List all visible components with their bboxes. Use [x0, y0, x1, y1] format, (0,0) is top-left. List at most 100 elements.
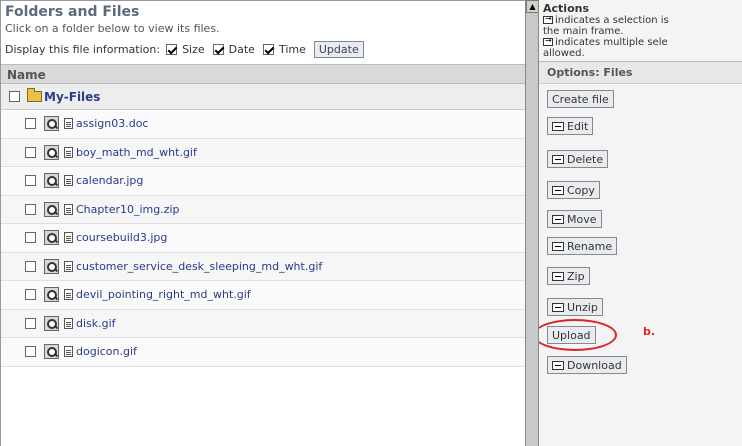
file-checkbox[interactable] — [25, 317, 36, 329]
preview-icon[interactable] — [44, 173, 59, 189]
annotation-label: b. — [643, 325, 656, 338]
document-icon — [64, 289, 73, 301]
file-row: disk.gif — [1, 309, 525, 338]
option-time[interactable]: Time — [262, 43, 306, 56]
actions-line-4: allowed. — [543, 48, 585, 59]
multiple-selection-icon — [552, 185, 564, 195]
name-column-header[interactable]: Name — [1, 64, 525, 84]
copy-button[interactable]: Copy — [547, 181, 600, 199]
document-icon — [64, 346, 73, 358]
edit-label: Edit — [567, 119, 589, 133]
file-list: assign03.doc boy_math_md_wht.gif calenda… — [1, 110, 525, 367]
date-checkbox[interactable] — [212, 44, 224, 55]
action-buttons: Create file Edit Delete Copy Move Rename… — [539, 84, 742, 383]
file-checkbox[interactable] — [25, 203, 36, 215]
preview-icon[interactable] — [44, 287, 59, 303]
delete-button[interactable]: Delete — [547, 150, 609, 168]
display-options-label: Display this file information: — [5, 43, 161, 56]
update-button[interactable]: Update — [313, 41, 364, 58]
folder-icon — [27, 88, 42, 102]
actions-line-1-text: indicates a selection is — [555, 15, 669, 26]
preview-icon[interactable] — [44, 258, 59, 274]
edit-button[interactable]: Edit — [547, 117, 594, 135]
folder-name[interactable]: My-Files — [44, 90, 100, 104]
multiple-selection-icon — [543, 35, 553, 46]
file-row: dogicon.gif — [1, 338, 525, 367]
size-checkbox[interactable] — [166, 44, 178, 55]
copy-label: Copy — [567, 183, 595, 197]
unzip-button[interactable]: Unzip — [547, 298, 603, 316]
time-checkbox[interactable] — [262, 44, 274, 55]
options-title: Options: Files — [539, 62, 742, 84]
multiple-selection-icon — [552, 154, 564, 164]
multiple-selection-icon — [552, 214, 564, 224]
size-label: Size — [182, 43, 205, 56]
file-link[interactable]: Chapter10_img.zip — [76, 203, 180, 216]
folder-checkbox[interactable] — [9, 91, 20, 102]
file-browser-frame: Folders and Files Click on a folder belo… — [0, 0, 525, 446]
file-link[interactable]: assign03.doc — [76, 117, 148, 130]
unzip-label: Unzip — [567, 300, 598, 314]
header: Folders and Files Click on a folder belo… — [1, 1, 525, 58]
file-checkbox[interactable] — [25, 175, 36, 187]
file-checkbox[interactable] — [25, 118, 36, 130]
zip-label: Zip — [567, 269, 585, 283]
move-button[interactable]: Move — [547, 210, 602, 228]
option-size[interactable]: Size — [166, 43, 205, 56]
file-row: devil_pointing_right_md_wht.gif — [1, 281, 525, 310]
page-title: Folders and Files — [5, 4, 140, 20]
file-checkbox[interactable] — [25, 346, 36, 358]
file-link[interactable]: calendar.jpg — [76, 174, 143, 187]
option-date[interactable]: Date — [212, 43, 255, 56]
frame-scrollbar[interactable]: ▲ — [525, 0, 539, 446]
single-selection-icon — [543, 13, 553, 24]
rename-label: Rename — [567, 239, 613, 253]
document-icon — [64, 146, 73, 158]
document-icon — [64, 260, 73, 272]
highlight-ellipse — [539, 319, 617, 351]
file-link[interactable]: dogicon.gif — [76, 345, 137, 358]
file-row: assign03.doc — [1, 110, 525, 139]
rename-button[interactable]: Rename — [547, 237, 618, 255]
preview-icon[interactable] — [44, 201, 59, 217]
document-icon — [64, 203, 73, 215]
preview-icon[interactable] — [44, 344, 59, 360]
preview-icon[interactable] — [44, 230, 59, 246]
file-link[interactable]: devil_pointing_right_md_wht.gif — [76, 288, 251, 301]
file-checkbox[interactable] — [25, 146, 36, 158]
actions-line-3: indicates multiple sele — [543, 35, 738, 48]
preview-icon[interactable] — [44, 315, 59, 331]
file-link[interactable]: disk.gif — [76, 317, 116, 330]
file-link[interactable]: boy_math_md_wht.gif — [76, 146, 197, 159]
multiple-selection-icon — [552, 271, 564, 281]
actions-title: Actions — [543, 2, 589, 15]
download-button[interactable]: Download — [547, 356, 627, 374]
file-row: boy_math_md_wht.gif — [1, 138, 525, 167]
page-subtitle: Click on a folder below to view its file… — [5, 22, 220, 35]
document-icon — [64, 118, 73, 130]
preview-icon[interactable] — [44, 144, 59, 160]
time-label: Time — [278, 43, 306, 56]
move-label: Move — [567, 212, 597, 226]
document-icon — [64, 175, 73, 187]
preview-icon[interactable] — [44, 116, 59, 132]
file-checkbox[interactable] — [25, 232, 36, 244]
actions-frame: Actions indicates a selection is the mai… — [538, 0, 742, 446]
file-row: Chapter10_img.zip — [1, 195, 525, 224]
create-file-button[interactable]: Create file — [547, 90, 614, 108]
file-checkbox[interactable] — [25, 260, 36, 272]
file-link[interactable]: customer_service_desk_sleeping_md_wht.gi… — [76, 260, 322, 273]
create-file-label: Create file — [552, 92, 609, 106]
file-checkbox[interactable] — [25, 289, 36, 301]
actions-line-2: the main frame. — [543, 26, 624, 37]
single-selection-icon — [552, 360, 564, 370]
file-link[interactable]: coursebuild3.jpg — [76, 231, 167, 244]
actions-legend: Actions indicates a selection is the mai… — [539, 0, 742, 62]
actions-line-1: indicates a selection is — [543, 13, 738, 26]
file-row: calendar.jpg — [1, 167, 525, 196]
single-selection-icon — [552, 241, 564, 251]
file-row: coursebuild3.jpg — [1, 224, 525, 253]
folder-row[interactable]: My-Files — [1, 84, 525, 110]
zip-button[interactable]: Zip — [547, 267, 590, 285]
single-selection-icon — [552, 121, 564, 131]
